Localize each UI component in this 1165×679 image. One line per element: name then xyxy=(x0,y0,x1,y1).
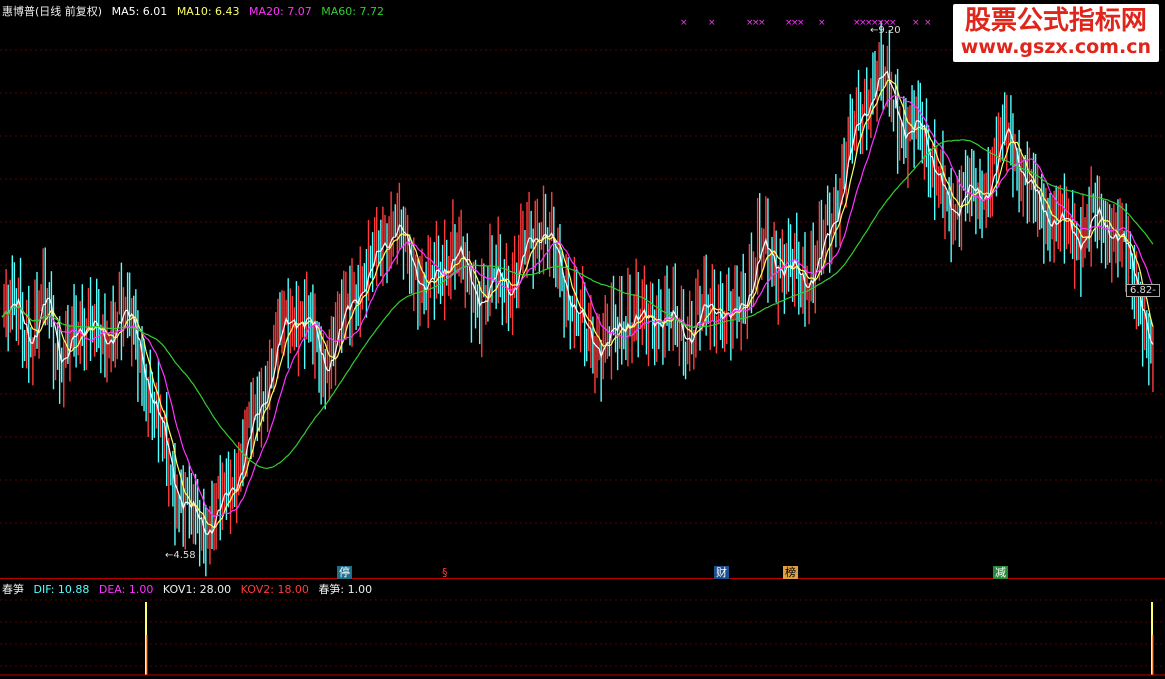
dea-value: DEA: 1.00 xyxy=(98,583,154,596)
ma5-value: MA5: 6.01 xyxy=(111,5,168,18)
signal-cross: × xyxy=(758,18,766,28)
signal-cross: × xyxy=(912,18,920,28)
marker-reduce[interactable]: 减 xyxy=(993,566,1008,579)
panel-divider xyxy=(0,578,1165,579)
cs-value: 春笋: 1.00 xyxy=(318,583,373,596)
marker-halt[interactable]: 停 xyxy=(337,566,352,579)
chart-title: 惠博普(日线 前复权) xyxy=(2,5,103,18)
kov1-value: KOV1: 28.00 xyxy=(162,583,232,596)
high-price-label: ←9.20 xyxy=(870,25,901,36)
indicator-name: 春笋 xyxy=(2,583,24,596)
signal-cross: × xyxy=(924,18,932,28)
kov2-value: KOV2: 18.00 xyxy=(240,583,309,596)
low-price-value: 4.58 xyxy=(173,550,196,561)
signal-cross: × xyxy=(818,18,826,28)
marker-rank[interactable]: 榜 xyxy=(783,566,798,579)
watermark-url: www.gszx.com.cn xyxy=(960,36,1151,58)
watermark-text: 股票公式指标网 xyxy=(964,6,1147,36)
ma60-value: MA60: 7.72 xyxy=(321,5,384,18)
marker-section[interactable]: § xyxy=(440,566,450,579)
candlestick-chart[interactable]: × × ××× ××× × ××××××× × × xyxy=(0,0,1165,578)
marker-finance[interactable]: 财 xyxy=(714,566,729,579)
signal-cross: × xyxy=(708,18,716,28)
main-chart-panel[interactable]: × × × × × × × × × × × × × × × × × × xyxy=(0,0,1165,578)
indicator-legend: 春笋 DIF: 10.88 DEA: 1.00 KOV1: 28.00 KOV2… xyxy=(2,583,378,597)
low-price-label: ←4.58 xyxy=(165,550,196,561)
current-price-value: 6.82 xyxy=(1130,285,1153,296)
signal-cross: × xyxy=(797,18,805,28)
ma20-value: MA20: 7.07 xyxy=(249,5,312,18)
dif-value: DIF: 10.88 xyxy=(33,583,90,596)
high-price-value: 9.20 xyxy=(878,25,901,36)
watermark-logo: 股票公式指标网 www.gszx.com.cn xyxy=(952,4,1159,62)
signal-cross: × xyxy=(680,18,688,28)
ma10-value: MA10: 6.43 xyxy=(176,5,240,18)
current-price-box: 6.82- xyxy=(1126,284,1160,297)
main-legend: 惠博普(日线 前复权) MA5: 6.01 MA10: 6.43 MA20: 7… xyxy=(2,5,390,19)
